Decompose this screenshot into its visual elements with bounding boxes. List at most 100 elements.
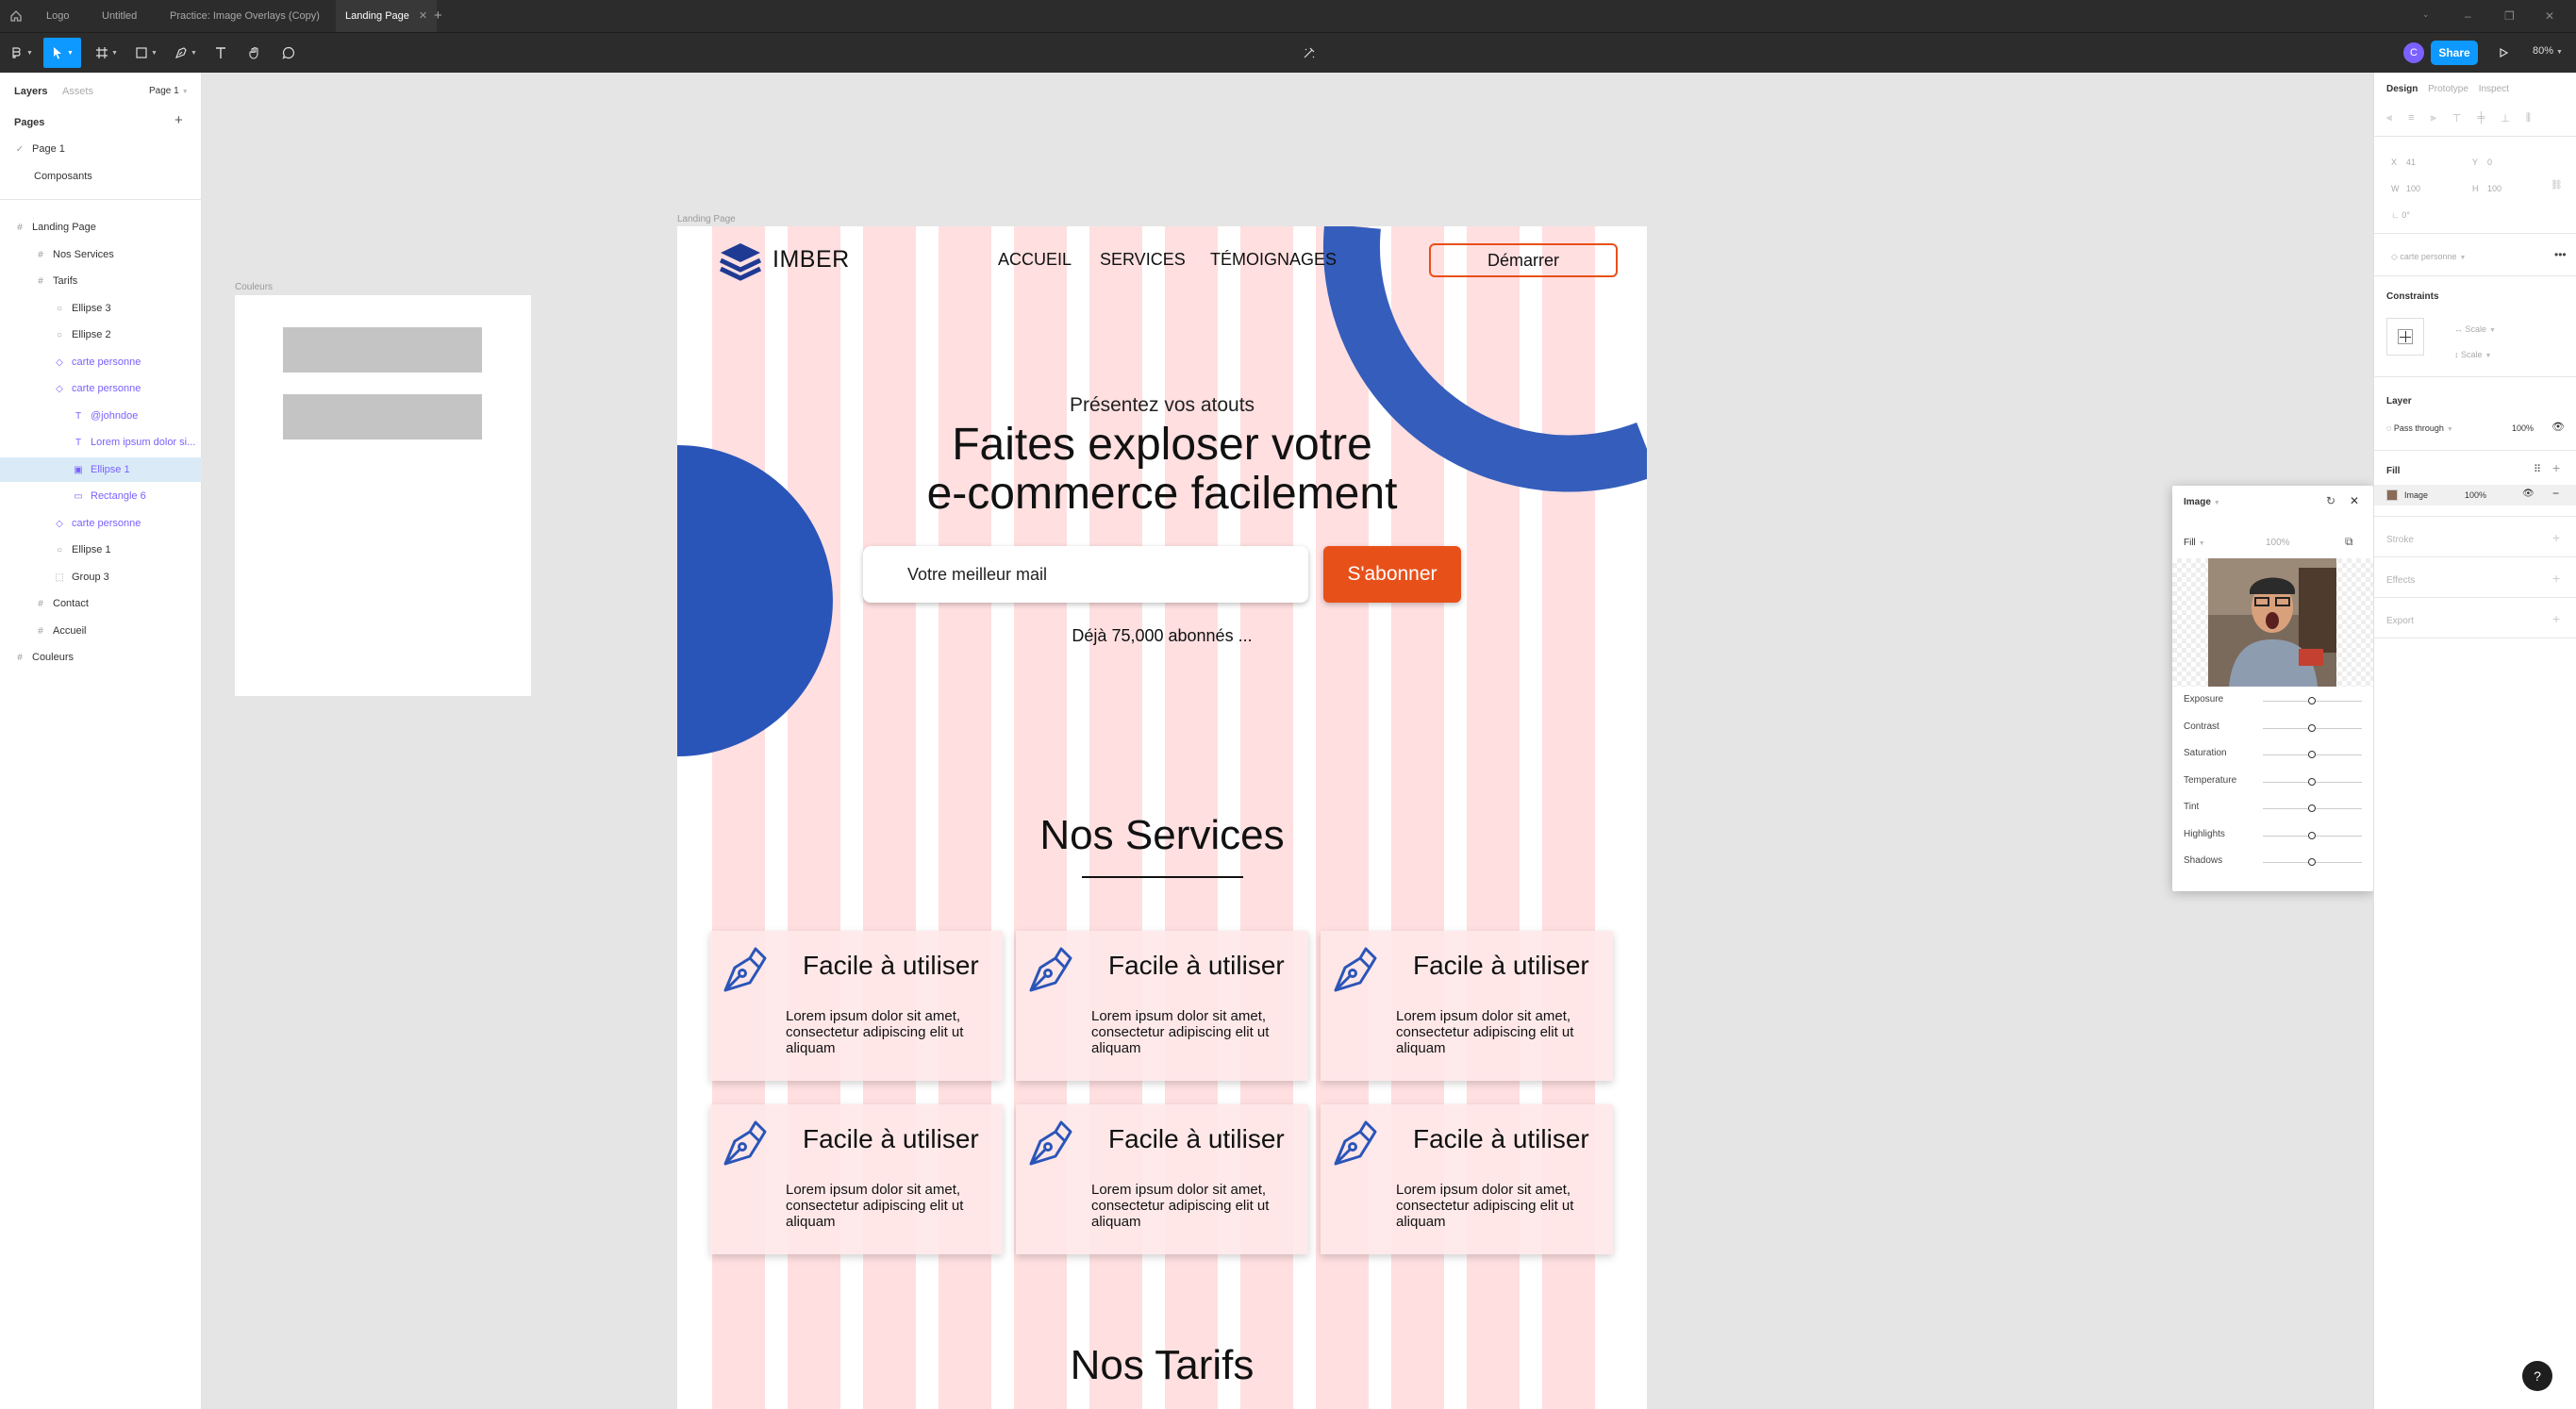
- landing-page-frame[interactable]: IMBER ACCUEIL SERVICES TÉMOIGNAGES Démar…: [677, 226, 1647, 1409]
- layer-ellipse-3[interactable]: ○ Ellipse 3: [0, 296, 202, 321]
- fill-mode-dropdown[interactable]: Fill ▼: [2184, 538, 2205, 548]
- vertical-constraint[interactable]: ↕ Scale ▼: [2454, 350, 2491, 359]
- comment-tool-icon[interactable]: [277, 38, 300, 68]
- service-card[interactable]: Facile à utiliser Lorem ipsum dolor sit …: [710, 931, 1003, 1081]
- layer-johndoe[interactable]: T @johndoe: [0, 404, 202, 428]
- maximize-icon[interactable]: ❐: [2504, 9, 2515, 23]
- slider-knob[interactable]: [2308, 778, 2316, 786]
- constraints-widget[interactable]: [2386, 318, 2424, 356]
- layer-ellipse-2[interactable]: ○ Ellipse 2: [0, 323, 202, 347]
- layer-carte-personne[interactable]: ◇ carte personne: [0, 511, 202, 536]
- tab-layers[interactable]: Layers: [14, 86, 47, 97]
- nav-link-temoignages[interactable]: TÉMOIGNAGES: [1210, 250, 1337, 270]
- adjust-contrast[interactable]: Contrast: [2184, 721, 2363, 737]
- constrain-proportions-icon[interactable]: ⛓: [2551, 180, 2563, 191]
- rotate-icon[interactable]: ↻: [2326, 494, 2335, 507]
- layer-carte-personne[interactable]: ◇ carte personne: [0, 350, 202, 374]
- align-middle-icon[interactable]: ╪: [2477, 112, 2485, 124]
- service-card[interactable]: Facile à utiliser Lorem ipsum dolor sit …: [1321, 931, 1613, 1081]
- horizontal-constraint[interactable]: ↔ Scale ▼: [2454, 324, 2496, 334]
- x-input[interactable]: 41: [2406, 157, 2416, 167]
- rotation-input[interactable]: ∟ 0°: [2391, 210, 2410, 220]
- remove-fill-icon[interactable]: −: [2552, 487, 2559, 500]
- nav-link-accueil[interactable]: ACCUEIL: [998, 250, 1072, 270]
- service-card[interactable]: Facile à utiliser Lorem ipsum dolor sit …: [1016, 1104, 1308, 1254]
- couleurs-frame[interactable]: [235, 295, 531, 696]
- style-grid-icon[interactable]: ⠿: [2534, 463, 2541, 475]
- adjust-shadows[interactable]: Shadows: [2184, 855, 2363, 870]
- email-input[interactable]: Votre meilleur mail: [863, 546, 1308, 603]
- main-menu-icon[interactable]: ▼: [8, 38, 36, 68]
- add-fill-icon[interactable]: +: [2552, 460, 2560, 475]
- layer-couleurs[interactable]: # Couleurs: [0, 645, 202, 670]
- home-icon[interactable]: [9, 9, 23, 23]
- image-preview[interactable]: [2172, 558, 2373, 687]
- move-tool-icon[interactable]: ▼: [43, 38, 81, 68]
- crop-icon[interactable]: ⧉: [2345, 535, 2353, 549]
- slider-knob[interactable]: [2308, 724, 2316, 732]
- file-tab-practice[interactable]: Practice: Image Overlays (Copy): [170, 0, 320, 32]
- slider-knob[interactable]: [2308, 804, 2316, 812]
- service-card[interactable]: Facile à utiliser Lorem ipsum dolor sit …: [710, 1104, 1003, 1254]
- page-item-composants[interactable]: Composants: [0, 164, 202, 189]
- add-export-icon[interactable]: +: [2552, 611, 2560, 626]
- tab-assets[interactable]: Assets: [62, 86, 93, 97]
- align-bottom-icon[interactable]: ⊥: [2501, 112, 2510, 124]
- layer-ellipse-1-selected[interactable]: ▣ Ellipse 1: [0, 457, 202, 482]
- h-input[interactable]: 100: [2487, 184, 2501, 193]
- pen-tool-icon[interactable]: ▼: [172, 38, 200, 68]
- file-tab-untitled[interactable]: Untitled: [102, 0, 137, 32]
- slider-knob[interactable]: [2308, 697, 2316, 704]
- fill-visibility-icon[interactable]: 👁: [2522, 489, 2534, 499]
- layer-rectangle-6[interactable]: ▭ Rectangle 6: [0, 484, 202, 508]
- fill-row[interactable]: Image 100% 👁 −: [2374, 485, 2576, 506]
- align-right-icon[interactable]: ⫸: [2431, 112, 2436, 124]
- distribute-icon[interactable]: ⫼: [2526, 112, 2531, 124]
- chevron-down-icon[interactable]: ⌄: [2422, 9, 2430, 20]
- component-instance[interactable]: ◇ carte personne ▼: [2391, 252, 2466, 262]
- align-center-icon[interactable]: ≡: [2408, 112, 2414, 124]
- w-input[interactable]: 100: [2406, 184, 2420, 193]
- adjust-tint[interactable]: Tint: [2184, 802, 2363, 817]
- share-button[interactable]: Share: [2431, 41, 2478, 65]
- text-tool-icon[interactable]: [209, 38, 232, 68]
- tab-prototype[interactable]: Prototype: [2428, 84, 2468, 94]
- nav-link-services[interactable]: SERVICES: [1100, 250, 1186, 270]
- present-icon[interactable]: [2495, 38, 2512, 68]
- layer-contact[interactable]: # Contact: [0, 591, 202, 616]
- file-tab-landing-page[interactable]: Landing Page ✕: [336, 0, 438, 32]
- shape-tool-icon[interactable]: ▼: [132, 38, 160, 68]
- zoom-dropdown[interactable]: 80% ▼: [2533, 45, 2563, 57]
- align-left-icon[interactable]: ⫷: [2386, 112, 2392, 124]
- add-page-icon[interactable]: +: [175, 112, 183, 128]
- slider-knob[interactable]: [2308, 858, 2316, 866]
- layer-nos-services[interactable]: # Nos Services: [0, 242, 202, 267]
- service-card[interactable]: Facile à utiliser Lorem ipsum dolor sit …: [1321, 1104, 1613, 1254]
- edit-object-icon[interactable]: [1300, 38, 1319, 68]
- eye-icon[interactable]: 👁: [2551, 421, 2565, 433]
- page-item-page-1[interactable]: ✓ Page 1: [0, 137, 202, 161]
- logo-text[interactable]: IMBER: [773, 246, 850, 274]
- color-swatch[interactable]: [283, 327, 482, 373]
- couleurs-frame-label[interactable]: Couleurs: [235, 282, 273, 292]
- adjust-highlights[interactable]: Highlights: [2184, 829, 2363, 844]
- fill-opacity[interactable]: 100%: [2465, 490, 2486, 500]
- user-avatar[interactable]: C: [2403, 42, 2424, 63]
- hand-tool-icon[interactable]: [243, 38, 266, 68]
- help-button[interactable]: ?: [2522, 1361, 2552, 1391]
- align-top-icon[interactable]: ⊤: [2452, 112, 2462, 124]
- adjust-saturation[interactable]: Saturation: [2184, 748, 2363, 763]
- file-tab-logo[interactable]: Logo: [46, 0, 69, 32]
- image-type-dropdown[interactable]: Image ▼: [2184, 497, 2220, 507]
- blend-mode-dropdown[interactable]: ◌ Pass through ▼: [2386, 423, 2453, 433]
- adjust-exposure[interactable]: Exposure: [2184, 694, 2363, 709]
- slider-knob[interactable]: [2308, 832, 2316, 839]
- adjust-temperature[interactable]: Temperature: [2184, 775, 2363, 790]
- close-icon[interactable]: ✕: [2350, 494, 2359, 507]
- layer-lorem-ipsum[interactable]: T Lorem ipsum dolor si...: [0, 430, 202, 455]
- slider-knob[interactable]: [2308, 751, 2316, 758]
- service-card[interactable]: Facile à utiliser Lorem ipsum dolor sit …: [1016, 931, 1308, 1081]
- layer-opacity-input[interactable]: 100%: [2512, 423, 2534, 433]
- landing-frame-label[interactable]: Landing Page: [677, 214, 736, 224]
- add-stroke-icon[interactable]: +: [2552, 530, 2560, 545]
